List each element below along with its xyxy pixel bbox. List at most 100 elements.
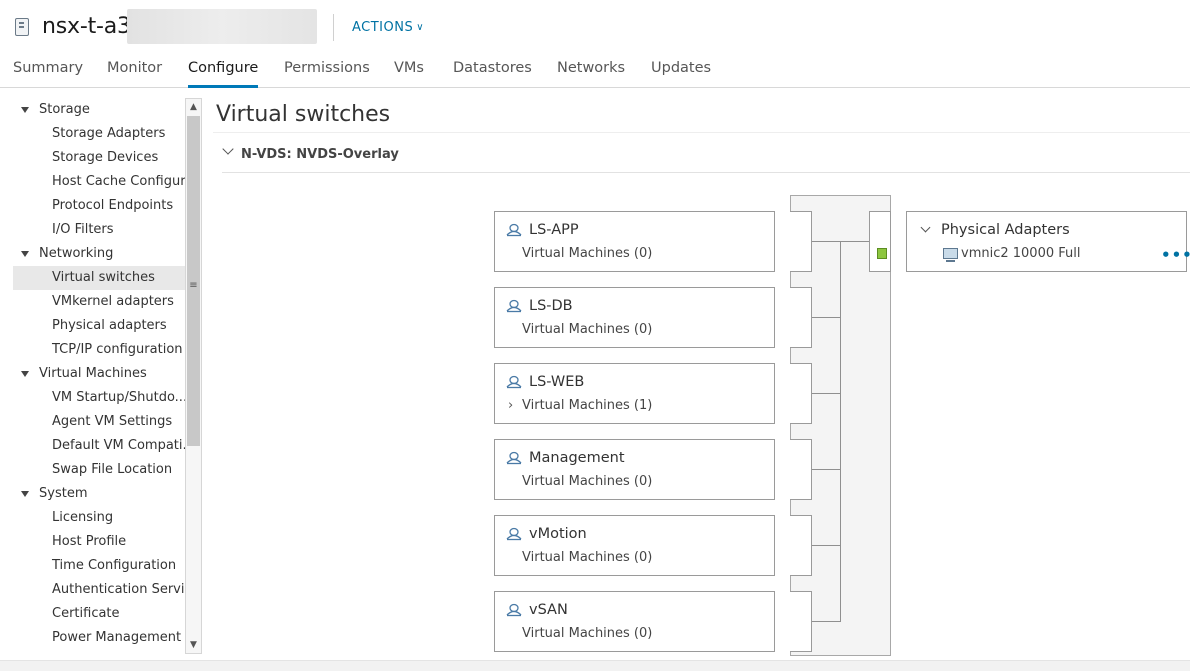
- nav-item-power-management[interactable]: Power Management: [13, 626, 185, 650]
- port-group-ls-app[interactable]: LS-APP Virtual Machines (0): [494, 211, 775, 272]
- port-group-name: vMotion: [529, 526, 587, 542]
- more-actions-icon[interactable]: •••: [1161, 246, 1190, 264]
- tab-configure[interactable]: Configure: [188, 60, 259, 88]
- nav-item-protocol-endpoints[interactable]: Protocol Endpoints: [13, 194, 185, 218]
- nav-group-virtual-machines[interactable]: Virtual Machines: [13, 362, 185, 386]
- nav-item-time-configuration[interactable]: Time Configuration: [13, 554, 185, 578]
- physical-adapter-label[interactable]: vmnic2 10000 Full: [961, 246, 1080, 261]
- scroll-down-icon[interactable]: ▼: [186, 638, 201, 652]
- nav-item-certificate[interactable]: Certificate: [13, 602, 185, 626]
- chevron-down-icon[interactable]: [222, 143, 234, 155]
- port-group-icon: [506, 223, 522, 237]
- actions-label: ACTIONS: [352, 20, 414, 35]
- nav-item-licensing[interactable]: Licensing: [13, 506, 185, 530]
- port-group-vm-count: Virtual Machines (0): [522, 322, 653, 337]
- nav-item-default-vm-compat[interactable]: Default VM Compati...: [13, 434, 185, 458]
- host-icon: [15, 18, 29, 36]
- nav-item-vm-startup[interactable]: VM Startup/Shutdo...: [13, 386, 185, 410]
- port-group-icon: [506, 603, 522, 617]
- nav-group-system[interactable]: System: [13, 482, 185, 506]
- caret-down-icon: [21, 371, 29, 377]
- nav-item-host-profile[interactable]: Host Profile: [13, 530, 185, 554]
- caret-down-icon: [21, 491, 29, 497]
- port-group-vmotion[interactable]: vMotion Virtual Machines (0): [494, 515, 775, 576]
- connector-line: [811, 469, 841, 470]
- port-group-vm-count[interactable]: Virtual Machines (1): [522, 398, 652, 413]
- port-group-ls-db[interactable]: LS-DB Virtual Machines (0): [494, 287, 775, 348]
- nav-item-vmkernel-adapters[interactable]: VMkernel adapters: [13, 290, 185, 314]
- port-group-name: LS-WEB: [529, 374, 585, 390]
- tab-monitor[interactable]: Monitor: [107, 60, 162, 85]
- nav-group-label: System: [39, 486, 88, 501]
- port-stub: [790, 591, 812, 652]
- nav-item-io-filters[interactable]: I/O Filters: [13, 218, 185, 242]
- connector-line: [811, 393, 841, 394]
- connector-line: [811, 317, 841, 318]
- connector-line: [811, 545, 841, 546]
- chevron-right-icon[interactable]: ›: [508, 398, 513, 413]
- nav-group-label: Storage: [39, 102, 90, 117]
- nav-item-swap-file-location[interactable]: Swap File Location: [13, 458, 185, 482]
- nav-item-tcpip-configuration[interactable]: TCP/IP configuration: [13, 338, 185, 362]
- caret-down-icon: [21, 107, 29, 113]
- port-group-icon: [506, 527, 522, 541]
- nav-group-storage[interactable]: Storage: [13, 98, 185, 122]
- port-group-name: Management: [529, 450, 625, 466]
- configure-nav-tree: Storage Storage Adapters Storage Devices…: [13, 98, 185, 654]
- tab-updates[interactable]: Updates: [651, 60, 711, 85]
- uplink-port-icon[interactable]: [877, 248, 887, 259]
- caret-down-icon: [21, 251, 29, 257]
- nav-item-storage-adapters[interactable]: Storage Adapters: [13, 122, 185, 146]
- scrollbar-thumb[interactable]: ≡: [187, 116, 200, 446]
- port-group-vm-count: Virtual Machines (0): [522, 626, 653, 641]
- port-group-name: vSAN: [529, 602, 568, 618]
- network-adapter-icon: [943, 248, 958, 262]
- nav-item-host-cache[interactable]: Host Cache Configur...: [13, 170, 185, 194]
- nav-item-agent-vm-settings[interactable]: Agent VM Settings: [13, 410, 185, 434]
- port-group-management[interactable]: Management Virtual Machines (0): [494, 439, 775, 500]
- connector-line: [811, 241, 870, 242]
- nav-group-networking[interactable]: Networking: [13, 242, 185, 266]
- port-group-icon: [506, 451, 522, 465]
- tab-vms[interactable]: VMs: [394, 60, 424, 85]
- nav-item-storage-devices[interactable]: Storage Devices: [13, 146, 185, 170]
- header-divider: [333, 14, 334, 41]
- port-stub: [790, 287, 812, 348]
- actions-menu-button[interactable]: ACTIONS ∨: [352, 20, 424, 35]
- tab-summary[interactable]: Summary: [13, 60, 83, 85]
- tab-permissions[interactable]: Permissions: [284, 60, 370, 85]
- host-title: nsx-t-a3: [42, 14, 131, 39]
- divider: [222, 172, 1190, 173]
- nav-scrollbar[interactable]: ▲ ≡ ▼: [185, 98, 202, 654]
- port-group-icon: [506, 375, 522, 389]
- connector-line: [811, 621, 841, 622]
- page-title: Virtual switches: [216, 102, 391, 127]
- chevron-down-icon[interactable]: [920, 222, 931, 233]
- nav-item-physical-adapters[interactable]: Physical adapters: [13, 314, 185, 338]
- nav-group-label: Networking: [39, 246, 114, 261]
- object-header: nsx-t-a3 ACTIONS ∨: [0, 0, 1190, 52]
- nav-item-virtual-switches[interactable]: Virtual switches: [13, 266, 185, 290]
- bottom-panel-edge: [0, 660, 1190, 671]
- port-stub: [790, 439, 812, 500]
- tab-datastores[interactable]: Datastores: [453, 60, 532, 85]
- connector-line: [840, 241, 841, 622]
- port-group-icon: [506, 299, 522, 313]
- scroll-up-icon[interactable]: ▲: [186, 100, 201, 114]
- port-stub: [790, 211, 812, 272]
- port-stub: [790, 515, 812, 576]
- port-group-name: LS-DB: [529, 298, 573, 314]
- port-group-vm-count: Virtual Machines (0): [522, 246, 653, 261]
- port-group-ls-web[interactable]: LS-WEB › Virtual Machines (1): [494, 363, 775, 424]
- redacted-area: [127, 9, 317, 44]
- grip-icon: ≡: [189, 280, 198, 291]
- port-group-vsan[interactable]: vSAN Virtual Machines (0): [494, 591, 775, 652]
- tab-networks[interactable]: Networks: [557, 60, 625, 85]
- divider: [213, 132, 1190, 133]
- port-group-name: LS-APP: [529, 222, 579, 238]
- uplink-stub: [869, 211, 891, 272]
- nav-item-authentication-services[interactable]: Authentication Servi...: [13, 578, 185, 602]
- physical-adapters-title[interactable]: Physical Adapters: [941, 222, 1070, 238]
- switch-section-label[interactable]: N-VDS: NVDS-Overlay: [241, 147, 399, 162]
- nav-group-label: Virtual Machines: [39, 366, 147, 381]
